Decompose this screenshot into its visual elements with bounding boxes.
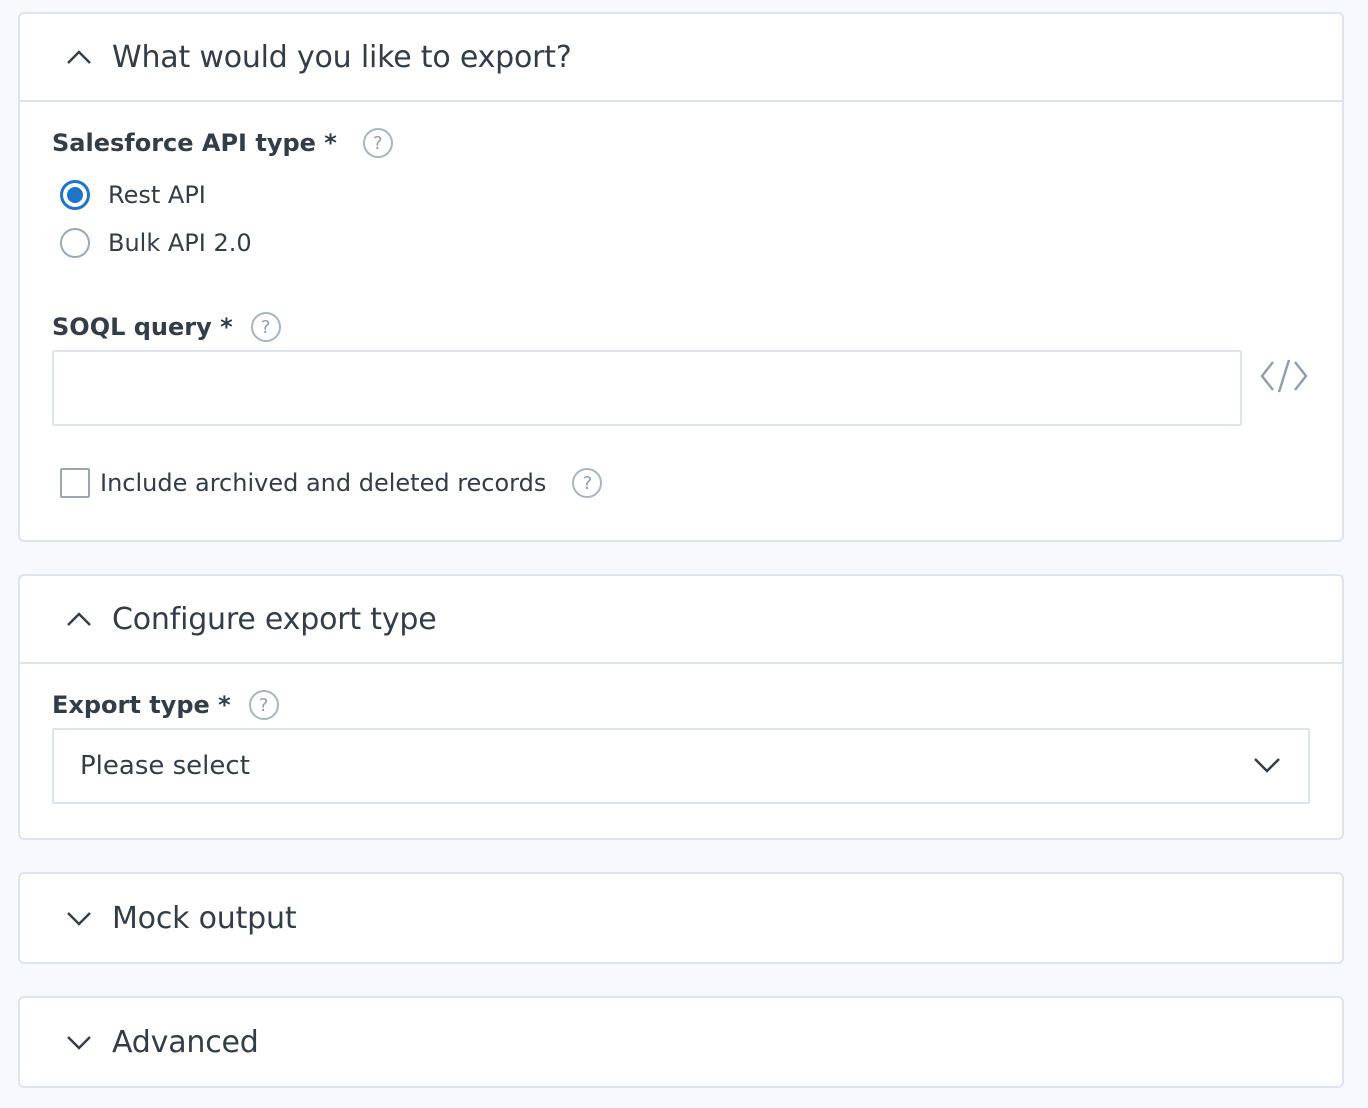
export-type-label: Export type * ? [52, 690, 279, 720]
api-type-label: Salesforce API type * ? [52, 128, 393, 158]
radio-rest-api-label: Rest API [108, 181, 206, 209]
advanced-section-title: Advanced [112, 1024, 259, 1060]
chevron-up-icon [64, 42, 94, 72]
export-type-select[interactable]: Please select [52, 728, 1310, 804]
api-type-label-text: Salesforce API type * [52, 129, 337, 157]
export-type-section-header[interactable]: Configure export type [20, 576, 1342, 664]
radio-bulk-api-label: Bulk API 2.0 [108, 229, 252, 257]
export-type-label-text: Export type * [52, 691, 231, 719]
export-section: What would you like to export? Salesforc… [18, 12, 1344, 542]
help-icon[interactable]: ? [248, 690, 279, 720]
advanced-section-header[interactable]: Advanced [20, 998, 1342, 1086]
include-archived-row[interactable]: Include archived and deleted records ? [60, 468, 603, 498]
mock-output-section: Mock output [18, 872, 1344, 964]
soql-label: SOQL query * ? [52, 312, 281, 342]
export-type-section-title: Configure export type [112, 601, 437, 637]
export-type-select-value: Please select [80, 751, 250, 781]
include-archived-checkbox[interactable] [60, 468, 90, 498]
radio-bulk-api-control[interactable] [60, 228, 90, 258]
chevron-down-icon [64, 1027, 94, 1057]
export-type-section: Configure export type Export type * ? Pl… [18, 574, 1344, 840]
radio-rest-api[interactable]: Rest API [60, 180, 206, 210]
help-icon[interactable]: ? [572, 468, 603, 498]
radio-bulk-api[interactable]: Bulk API 2.0 [60, 228, 252, 258]
soql-label-text: SOQL query * [52, 313, 233, 341]
radio-rest-api-control[interactable] [60, 180, 90, 210]
chevron-up-icon [64, 604, 94, 634]
code-icon [1260, 356, 1308, 400]
include-archived-label: Include archived and deleted records [100, 469, 547, 497]
mock-output-section-header[interactable]: Mock output [20, 874, 1342, 962]
help-icon[interactable]: ? [362, 128, 393, 158]
chevron-down-icon [64, 903, 94, 933]
mock-output-section-title: Mock output [112, 900, 297, 936]
code-editor-button[interactable] [1256, 350, 1312, 406]
advanced-section: Advanced [18, 996, 1344, 1088]
export-section-header[interactable]: What would you like to export? [20, 14, 1342, 102]
chevron-down-icon [1252, 749, 1282, 783]
export-section-title: What would you like to export? [112, 39, 572, 75]
help-icon[interactable]: ? [250, 312, 281, 342]
soql-query-input[interactable] [52, 350, 1242, 426]
